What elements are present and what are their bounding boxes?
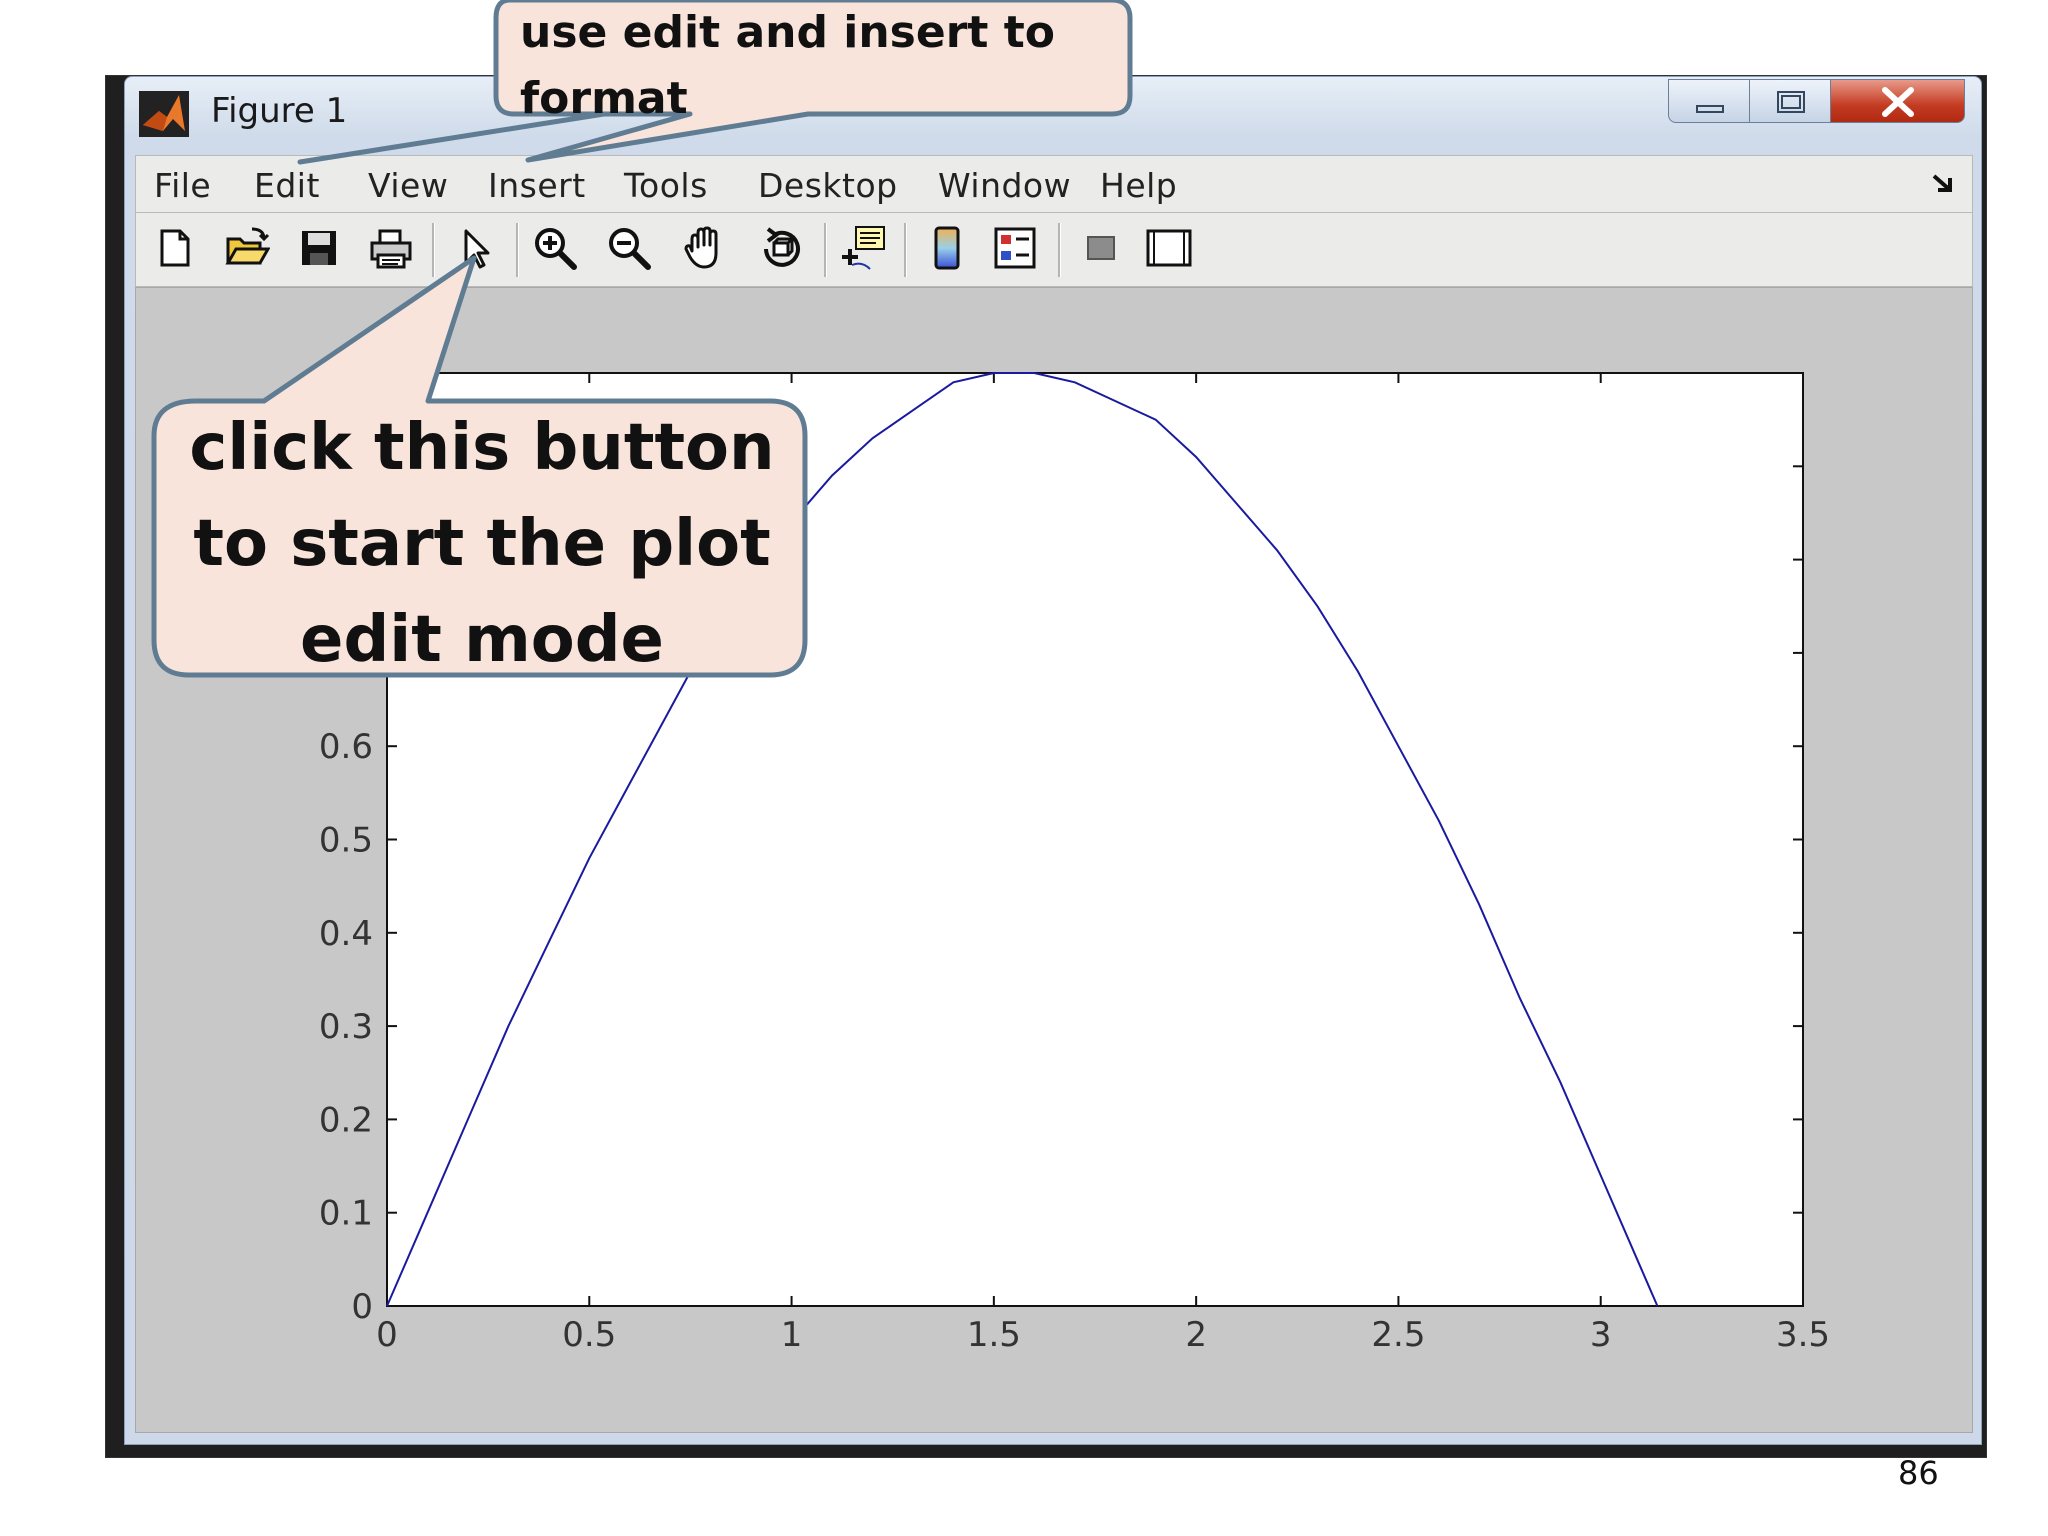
callout-bottom-text: click this button to start the plot edit…	[189, 411, 775, 677]
callout-layer	[151, 0, 1133, 678]
slide-page-number: 86	[1898, 1454, 1939, 1492]
callout-top-text: use edit and insert to format	[520, 7, 1056, 124]
